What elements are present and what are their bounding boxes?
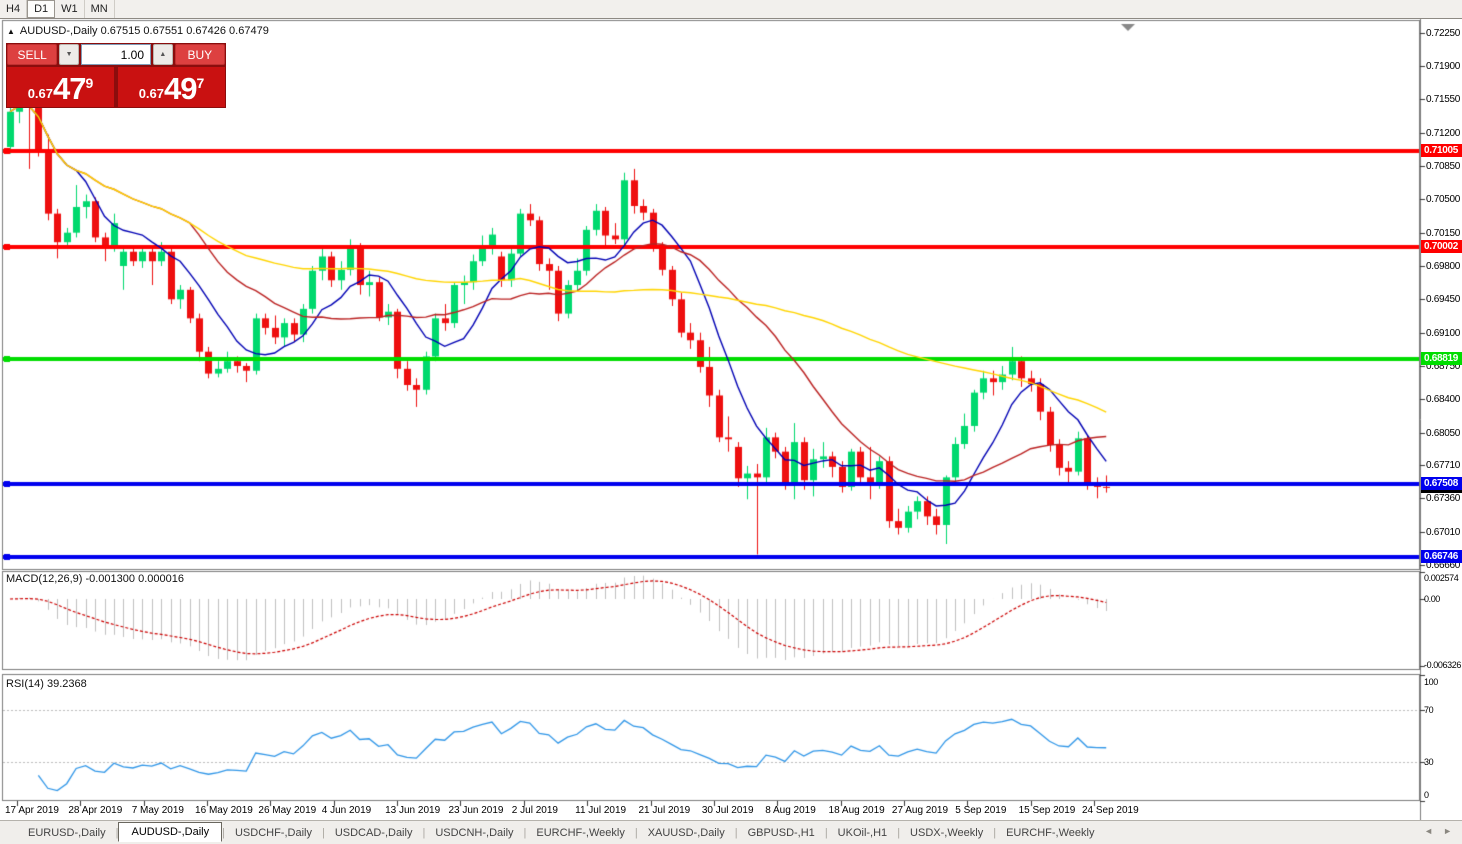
date-tick-label: 30 Jul 2019	[702, 805, 754, 816]
price-tick-label: 0.67360	[1426, 493, 1462, 504]
symbol-arrow-icon: ▲	[7, 27, 15, 36]
tab-audusd-daily[interactable]: AUDUSD-,Daily	[118, 822, 222, 842]
date-tick-label: 13 Jun 2019	[385, 805, 440, 816]
macd-indicator-label: MACD(12,26,9) -0.001300 0.000016	[6, 573, 184, 585]
date-tick-label: 15 Sep 2019	[1019, 805, 1076, 816]
bid-prefix: 0.67	[28, 84, 53, 104]
ask-main-digits: 49	[164, 73, 196, 104]
bid-main-digits: 47	[53, 73, 85, 104]
tab-xauusd-daily[interactable]: XAUUSD-,Daily	[638, 824, 735, 842]
sell-button[interactable]: SELL	[7, 44, 57, 65]
date-tick-label: 24 Sep 2019	[1082, 805, 1139, 816]
timeframe-h4-button[interactable]: H4	[0, 0, 27, 18]
volume-up-button[interactable]: ▲	[153, 44, 173, 65]
timeframe-toolbar: H4D1W1MN	[0, 0, 1462, 19]
price-level-badge: 0.70002	[1421, 240, 1462, 253]
chevron-down-icon: ▼	[66, 51, 73, 58]
rsi-tick-label: 30	[1424, 757, 1462, 767]
macd-tick-label: 0.002574	[1424, 573, 1462, 583]
tab-usdx-weekly[interactable]: USDX-,Weekly	[900, 824, 993, 842]
ask-price-panel[interactable]: 0.67497	[118, 67, 225, 107]
one-click-trading-panel: SELL ▼ ▲ BUY 0.67479 0.67497	[6, 43, 226, 108]
ask-pip-digit: 7	[197, 76, 205, 90]
timeframe-w1-button[interactable]: W1	[55, 0, 85, 18]
tabbar-scroll-arrows: ◄ ►	[1424, 826, 1452, 836]
date-tick-label: 4 Jun 2019	[322, 805, 372, 816]
price-tick-label: 0.67710	[1426, 460, 1462, 471]
price-tick-label: 0.71200	[1426, 128, 1462, 139]
date-tick-label: 23 Jun 2019	[448, 805, 503, 816]
tab-gbpusd-h1[interactable]: GBPUSD-,H1	[738, 824, 825, 842]
tab-eurchf-weekly[interactable]: EURCHF-,Weekly	[996, 824, 1104, 842]
price-tick-label: 0.69100	[1426, 328, 1462, 339]
price-tick-label: 0.69800	[1426, 261, 1462, 272]
tab-eurchf-weekly[interactable]: EURCHF-,Weekly	[526, 824, 634, 842]
date-tick-label: 16 May 2019	[195, 805, 253, 816]
price-level-badge: 0.67508	[1421, 477, 1462, 490]
volume-input[interactable]	[81, 44, 151, 65]
macd-tick-label: 0.00	[1424, 594, 1462, 604]
ask-prefix: 0.67	[139, 84, 164, 104]
tab-eurusd-daily[interactable]: EURUSD-,Daily	[18, 824, 116, 842]
timeframe-d1-button[interactable]: D1	[27, 0, 55, 18]
price-level-badge: 0.71005	[1421, 144, 1462, 157]
price-tick-label: 0.72250	[1426, 28, 1462, 39]
chart-tabs: EURUSD-,Daily|AUDUSD-,Daily|USDCHF-,Dail…	[18, 824, 1104, 842]
date-tick-label: 21 Jul 2019	[639, 805, 691, 816]
price-level-badge: 0.66746	[1421, 550, 1462, 563]
price-level-badge: 0.68819	[1421, 352, 1462, 365]
price-tick-label: 0.68400	[1426, 394, 1462, 405]
timeframe-mn-button[interactable]: MN	[85, 0, 115, 18]
price-tick-label: 0.68050	[1426, 428, 1462, 439]
date-tick-label: 27 Aug 2019	[892, 805, 948, 816]
chart-title: ▲ AUDUSD-,Daily 0.67515 0.67551 0.67426 …	[7, 25, 269, 37]
date-tick-label: 5 Sep 2019	[955, 805, 1006, 816]
date-tick-label: 18 Aug 2019	[829, 805, 885, 816]
chevron-up-icon: ▲	[159, 51, 166, 58]
price-tick-label: 0.71900	[1426, 61, 1462, 72]
tab-usdcnh-daily[interactable]: USDCNH-,Daily	[425, 824, 523, 842]
timeframe-buttons: H4D1W1MN	[0, 0, 115, 18]
price-tick-label: 0.71550	[1426, 94, 1462, 105]
macd-tick-label: -0.006326	[1424, 660, 1462, 670]
price-tick-label: 0.70850	[1426, 161, 1462, 172]
rsi-indicator-label: RSI(14) 39.2368	[6, 678, 87, 690]
trade-prices-row: 0.67479 0.67497	[7, 67, 225, 107]
price-chart-canvas[interactable]	[0, 19, 1462, 820]
date-tick-label: 26 May 2019	[258, 805, 316, 816]
date-tick-label: 8 Aug 2019	[765, 805, 816, 816]
tabs-scroll-left-button[interactable]: ◄	[1424, 826, 1433, 836]
tab-usdchf-daily[interactable]: USDCHF-,Daily	[225, 824, 322, 842]
chart-title-text: AUDUSD-,Daily 0.67515 0.67551 0.67426 0.…	[20, 25, 269, 37]
price-tick-label: 0.69450	[1426, 294, 1462, 305]
tabs-scroll-right-button[interactable]: ►	[1443, 826, 1452, 836]
rsi-tick-label: 100	[1424, 677, 1462, 687]
date-tick-label: 7 May 2019	[132, 805, 184, 816]
price-tick-label: 0.67010	[1426, 527, 1462, 538]
chart-window: ▲ AUDUSD-,Daily 0.67515 0.67551 0.67426 …	[0, 19, 1462, 820]
rsi-tick-label: 0	[1424, 790, 1462, 800]
date-tick-label: 11 Jul 2019	[575, 805, 626, 816]
date-tick-label: 28 Apr 2019	[68, 805, 122, 816]
price-tick-label: 0.70500	[1426, 194, 1462, 205]
bid-pip-digit: 9	[86, 76, 94, 90]
volume-down-button[interactable]: ▼	[59, 44, 79, 65]
chart-tabbar: EURUSD-,Daily|AUDUSD-,Daily|USDCHF-,Dail…	[0, 820, 1462, 844]
rsi-tick-label: 70	[1424, 705, 1462, 715]
tab-ukoil-h1[interactable]: UKOil-,H1	[828, 824, 898, 842]
buy-button[interactable]: BUY	[175, 44, 225, 65]
tab-usdcad-daily[interactable]: USDCAD-,Daily	[325, 824, 423, 842]
bid-price-panel[interactable]: 0.67479	[7, 67, 114, 107]
date-tick-label: 17 Apr 2019	[5, 805, 59, 816]
trade-controls-row: SELL ▼ ▲ BUY	[7, 44, 225, 65]
date-tick-label: 2 Jul 2019	[512, 805, 558, 816]
price-tick-label: 0.70150	[1426, 228, 1462, 239]
